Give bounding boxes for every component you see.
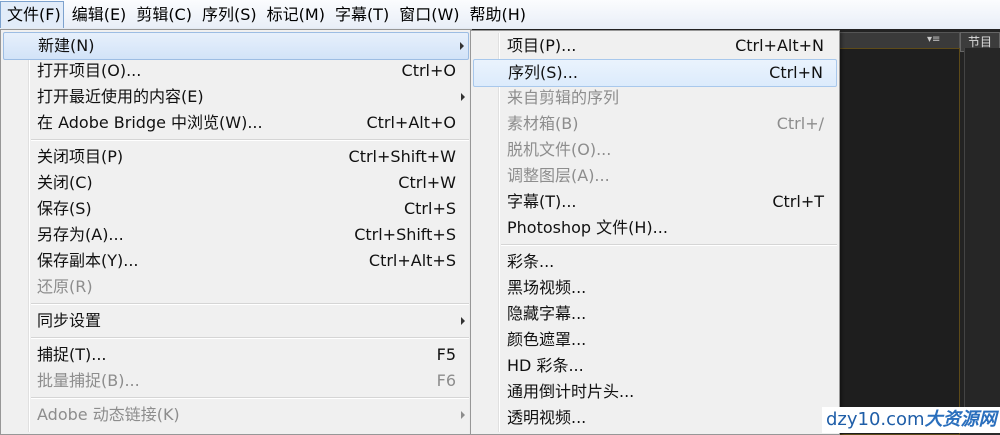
menu-item-label: 打开项目(O)... bbox=[37, 61, 142, 80]
new-menu-item: 素材箱(B) Ctrl+/ bbox=[473, 111, 837, 137]
new-menu-item[interactable]: 隐藏字幕... bbox=[473, 301, 837, 327]
new-menu-item[interactable]: 序列(S)... Ctrl+N bbox=[473, 59, 837, 87]
new-menu-item[interactable]: 黑场视频... bbox=[473, 275, 837, 301]
menu-item-label: 捕捉(T)... bbox=[37, 345, 107, 364]
menu-item-label: 彩条... bbox=[507, 252, 555, 271]
menu-item-shortcut: Ctrl+W bbox=[398, 173, 456, 192]
new-menu-item[interactable]: 字幕(T)... Ctrl+T bbox=[473, 189, 837, 215]
file-menu-item[interactable]: 另存为(A)... Ctrl+Shift+S bbox=[3, 222, 469, 248]
menu-item-label: 新建(N) bbox=[38, 36, 95, 55]
menu-item-shortcut: F6 bbox=[436, 371, 456, 390]
file-menu-item[interactable]: 捕捉(T)... F5 bbox=[3, 342, 469, 368]
menu-item-shortcut: Ctrl+O bbox=[401, 61, 456, 80]
menu-sequence[interactable]: 序列(S) bbox=[196, 2, 259, 28]
file-menu-item[interactable]: 新建(N) bbox=[3, 32, 469, 60]
menu-title[interactable]: 字幕(T) bbox=[329, 2, 391, 28]
file-menu-item[interactable]: 保存(S) Ctrl+S bbox=[3, 196, 469, 222]
menu-separator bbox=[31, 337, 469, 339]
watermark-cn: 大资源网 bbox=[924, 409, 997, 430]
menu-item-label: 关闭(C) bbox=[37, 173, 93, 192]
menu-item-label: 序列(S)... bbox=[508, 63, 578, 82]
submenu-arrow-icon bbox=[461, 317, 465, 325]
menu-item-label: 颜色遮罩... bbox=[507, 330, 587, 349]
submenu-arrow-icon bbox=[460, 42, 464, 50]
menu-separator bbox=[31, 139, 469, 141]
menu-item-label: 打开最近使用的内容(E) bbox=[37, 87, 204, 106]
watermark-domain: dzy10.com bbox=[826, 409, 925, 430]
submenu-arrow-icon bbox=[461, 411, 465, 419]
menu-item-label: Photoshop 文件(H)... bbox=[507, 218, 668, 237]
file-menu-item[interactable]: 关闭(C) Ctrl+W bbox=[3, 170, 469, 196]
menu-item-label: 字幕(T)... bbox=[507, 192, 577, 211]
panel-menu-icon[interactable]: ▾≡ bbox=[927, 34, 940, 45]
new-menu-item: 脱机文件(O)... bbox=[473, 137, 837, 163]
menu-item-label: 还原(R) bbox=[37, 277, 93, 296]
panel-frame bbox=[838, 48, 960, 435]
new-menu-item[interactable]: HD 彩条... bbox=[473, 353, 837, 379]
menu-marker[interactable]: 标记(M) bbox=[261, 2, 327, 28]
menu-item-shortcut: Ctrl+T bbox=[772, 192, 824, 211]
menu-item-label: 通用倒计时片头... bbox=[507, 382, 635, 401]
menu-item-shortcut: Ctrl+Alt+O bbox=[366, 113, 456, 132]
menu-item-label: 透明视频... bbox=[507, 408, 587, 427]
new-menu-item[interactable]: 透明视频... bbox=[473, 405, 837, 431]
menu-edit[interactable]: 编辑(E) bbox=[66, 2, 129, 28]
menu-item-shortcut: Ctrl+Shift+W bbox=[348, 147, 456, 166]
new-menu-item[interactable]: 通用倒计时片头... bbox=[473, 379, 837, 405]
menu-item-shortcut: Ctrl+S bbox=[403, 199, 456, 218]
submenu-arrow-icon bbox=[461, 93, 465, 101]
menu-file[interactable]: 文件(F) bbox=[0, 1, 64, 28]
new-menu-item[interactable]: 项目(P)... Ctrl+Alt+N bbox=[473, 33, 837, 59]
menu-item-label: 来自剪辑的序列 bbox=[507, 88, 620, 107]
menu-item-label: 脱机文件(O)... bbox=[507, 140, 612, 159]
menu-item-label: 在 Adobe Bridge 中浏览(W)... bbox=[37, 113, 263, 132]
new-menu-item: 调整图层(A)... bbox=[473, 163, 837, 189]
file-menu-item[interactable]: 打开项目(O)... Ctrl+O bbox=[3, 58, 469, 84]
new-menu-item[interactable]: 彩条... bbox=[473, 249, 837, 275]
file-menu-item: 还原(R) bbox=[3, 274, 469, 300]
file-menu-item[interactable]: 打开最近使用的内容(E) bbox=[3, 84, 469, 110]
menu-item-label: HD 彩条... bbox=[507, 356, 584, 375]
menu-separator bbox=[31, 397, 469, 399]
menu-separator bbox=[501, 244, 837, 246]
new-menu-item[interactable]: Photoshop 文件(H)... bbox=[473, 215, 837, 241]
menu-item-shortcut: Ctrl+/ bbox=[776, 114, 824, 133]
menu-item-shortcut: Ctrl+Alt+S bbox=[368, 251, 456, 270]
file-menu-item[interactable]: 保存副本(Y)... Ctrl+Alt+S bbox=[3, 248, 469, 274]
menu-item-label: 隐藏字幕... bbox=[507, 304, 587, 323]
menu-window[interactable]: 窗口(W) bbox=[393, 2, 461, 28]
watermark: dzy10.com大资源网 bbox=[822, 407, 1000, 433]
new-menu-item[interactable]: 颜色遮罩... bbox=[473, 327, 837, 353]
menu-item-label: 关闭项目(P) bbox=[37, 147, 124, 166]
menu-item-label: 调整图层(A)... bbox=[507, 166, 610, 185]
menu-help[interactable]: 帮助(H) bbox=[464, 2, 529, 28]
program-panel bbox=[964, 48, 1000, 433]
menu-separator bbox=[31, 303, 469, 305]
menu-item-label: 保存(S) bbox=[37, 199, 92, 218]
file-menu-item[interactable]: 同步设置 bbox=[3, 308, 469, 334]
menu-item-label: 保存副本(Y)... bbox=[37, 251, 139, 270]
file-menu-item[interactable]: 关闭项目(P) Ctrl+Shift+W bbox=[3, 144, 469, 170]
menu-item-label: 同步设置 bbox=[37, 311, 102, 330]
menu-item-shortcut: Ctrl+N bbox=[769, 63, 823, 82]
menu-item-label: 批量捕捉(B)... bbox=[37, 371, 140, 390]
menu-item-label: 另存为(A)... bbox=[37, 225, 124, 244]
menu-item-label: 黑场视频... bbox=[507, 278, 587, 297]
menu-clip[interactable]: 剪辑(C) bbox=[130, 2, 194, 28]
menu-item-shortcut: Ctrl+Shift+S bbox=[354, 225, 456, 244]
new-menu-item: 来自剪辑的序列 bbox=[473, 85, 837, 111]
menu-bar: 文件(F) 编辑(E) 剪辑(C) 序列(S) 标记(M) 字幕(T) 窗口(W) 帮助(H) bbox=[0, 0, 1000, 30]
file-menu-item[interactable]: 在 Adobe Bridge 中浏览(W)... Ctrl+Alt+O bbox=[3, 110, 469, 136]
new-submenu: 项目(P)... Ctrl+Alt+N 序列(S)... Ctrl+N 来自剪辑的序列素… bbox=[470, 30, 840, 435]
file-menu-item: Adobe 动态链接(K) bbox=[3, 402, 469, 428]
menu-item-label: Adobe 动态链接(K) bbox=[37, 405, 180, 424]
menu-item-label: 素材箱(B) bbox=[507, 114, 579, 133]
file-menu: 新建(N) 打开项目(O)... Ctrl+O 打开最近使用的内容(E) 在 Adobe… bbox=[0, 29, 472, 435]
file-menu-item: 批量捕捉(B)... F6 bbox=[3, 368, 469, 394]
menu-item-label: 项目(P)... bbox=[507, 36, 577, 55]
menu-item-shortcut: Ctrl+Alt+N bbox=[735, 36, 824, 55]
menu-item-shortcut: F5 bbox=[436, 345, 456, 364]
